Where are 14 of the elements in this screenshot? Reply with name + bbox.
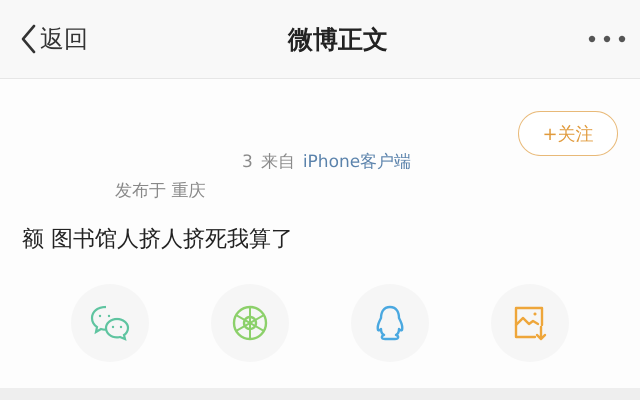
penguin-icon (375, 305, 405, 341)
image-download-icon (513, 305, 547, 341)
page-title: 微博正文 (288, 24, 388, 56)
chat-bubbles-icon (90, 305, 130, 341)
post-text: 额 图书馆人挤人挤死我算了 (22, 227, 293, 252)
aperture-icon (232, 305, 268, 341)
source-link[interactable]: iPhone客户端 (302, 150, 412, 173)
post-location: 发布于 重庆 (115, 181, 206, 201)
more-icon[interactable] (588, 35, 626, 43)
follow-button[interactable]: +关注 (518, 111, 618, 156)
source-prefix: 来自 (260, 151, 295, 173)
chevron-left-icon (20, 24, 36, 54)
back-button[interactable]: 返回 (20, 23, 88, 55)
post-time: 3 (242, 152, 253, 172)
